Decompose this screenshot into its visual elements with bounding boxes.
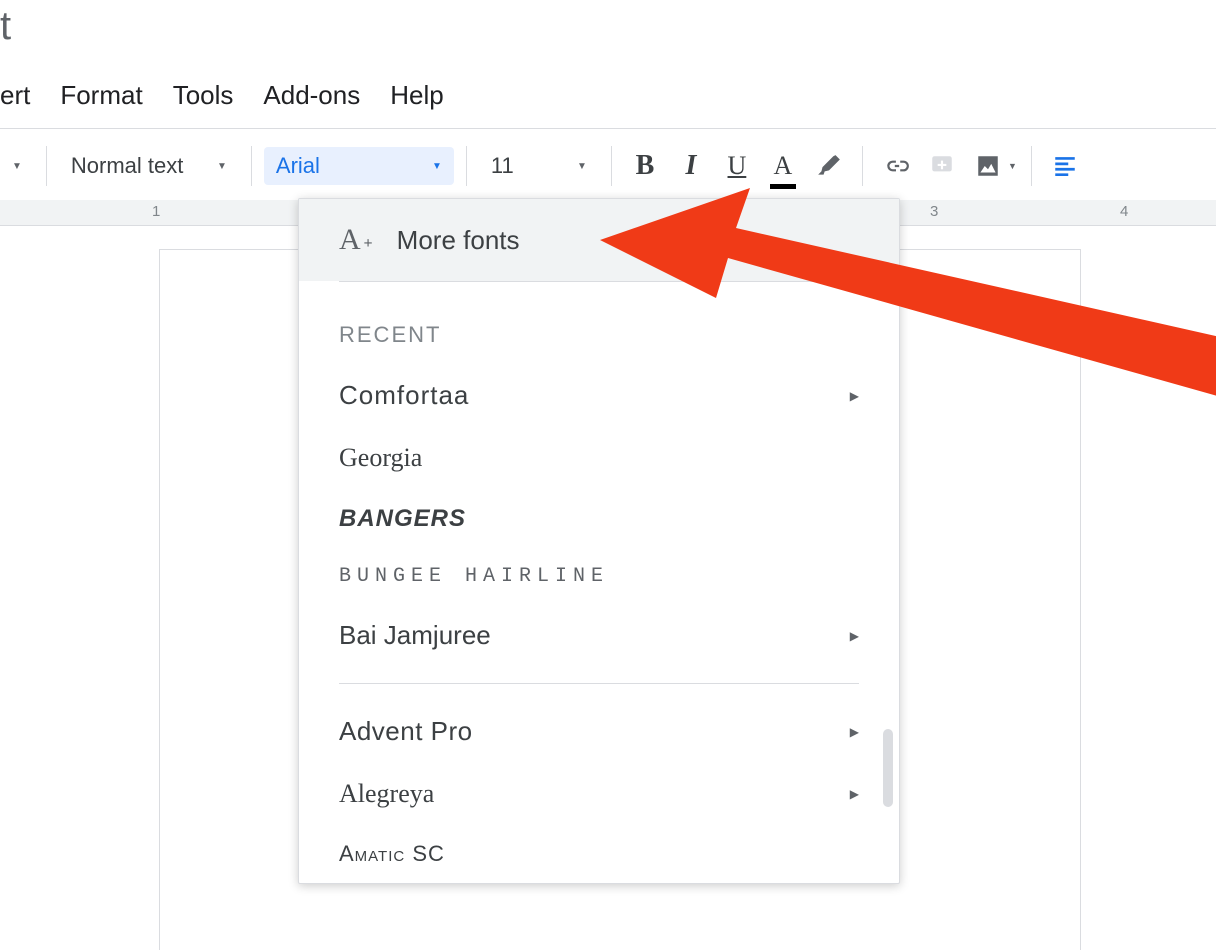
paragraph-styles-dropdown[interactable]: Normal text ▼ (59, 147, 239, 185)
more-fonts-icon: A (339, 223, 361, 257)
text-color-button[interactable]: A (762, 145, 804, 187)
submenu-arrow-icon: ▶ (850, 787, 859, 801)
font-item-label: Amatic SC (339, 841, 445, 867)
font-family-dropdown[interactable]: Arial ▼ (264, 147, 454, 185)
menu-insert-partial[interactable]: ert (0, 80, 30, 111)
link-icon (883, 153, 909, 179)
toolbar-separator (862, 146, 863, 186)
submenu-arrow-icon: ▶ (850, 725, 859, 739)
menu-format[interactable]: Format (60, 80, 142, 111)
font-item-bangers[interactable]: Bangers (339, 489, 859, 549)
align-button[interactable] (1044, 145, 1086, 187)
highlighter-icon (816, 153, 842, 179)
image-icon (975, 153, 1001, 179)
toolbar-separator (466, 146, 467, 186)
highlight-color-button[interactable] (808, 145, 850, 187)
italic-button[interactable]: I (670, 145, 712, 187)
font-item-label: Bangers (339, 505, 466, 533)
insert-image-button[interactable]: ▼ (967, 145, 1009, 187)
add-comment-button[interactable] (921, 145, 963, 187)
more-fonts-item[interactable]: A More fonts (299, 199, 899, 281)
scrollbar-thumb[interactable] (883, 729, 893, 807)
font-size-label: 11 (491, 153, 514, 179)
font-item-amatic-sc[interactable]: Amatic SC (339, 825, 859, 883)
comment-plus-icon (929, 153, 955, 179)
font-item-label: Alegreya (339, 779, 434, 809)
bold-button[interactable]: B (624, 145, 666, 187)
recent-section-label: RECENT (339, 282, 859, 364)
font-size-dropdown[interactable]: 11 ▼ (479, 147, 599, 185)
font-family-menu: A More fonts RECENT Comfortaa ▶ Georgia … (298, 198, 900, 884)
font-item-label: Georgia (339, 443, 422, 473)
ruler-mark: 4 (1120, 203, 1128, 220)
toolbar-separator (46, 146, 47, 186)
font-item-label: BUNGEE HAIRLINE (339, 565, 609, 588)
menu-help[interactable]: Help (390, 80, 443, 111)
chevron-down-icon: ▼ (577, 161, 587, 172)
toolbar-separator (251, 146, 252, 186)
font-family-label: Arial (276, 153, 320, 179)
ruler-mark: 1 (152, 203, 160, 220)
doc-title-visible-fragment: t (0, 4, 11, 49)
font-item-label: Comfortaa (339, 380, 469, 411)
toolbar: ▼ Normal text ▼ Arial ▼ 11 ▼ B I U A ▼ (0, 138, 1216, 194)
menubar: ert Format Tools Add-ons Help (0, 70, 444, 121)
underline-button[interactable]: U (716, 145, 758, 187)
submenu-arrow-icon: ▶ (850, 389, 859, 403)
font-item-alegreya[interactable]: Alegreya ▶ (339, 763, 859, 825)
menu-addons[interactable]: Add-ons (263, 80, 360, 111)
toolbar-separator (611, 146, 612, 186)
align-left-icon (1052, 153, 1078, 179)
chevron-down-icon: ▼ (1008, 161, 1017, 171)
insert-link-button[interactable] (875, 145, 917, 187)
font-item-bai-jamjuree[interactable]: Bai Jamjuree ▶ (339, 604, 859, 667)
font-item-bungee-hairline[interactable]: BUNGEE HAIRLINE (339, 549, 859, 604)
chevron-down-icon: ▼ (217, 161, 227, 172)
submenu-arrow-icon: ▶ (850, 629, 859, 643)
font-item-georgia[interactable]: Georgia (339, 427, 859, 489)
font-item-label: Advent Pro (339, 716, 473, 747)
toolbar-separator (1031, 146, 1032, 186)
font-item-label: Bai Jamjuree (339, 620, 491, 651)
menu-divider (339, 683, 859, 684)
chevron-down-icon[interactable]: ▼ (0, 161, 34, 172)
more-fonts-label: More fonts (397, 225, 520, 256)
paragraph-styles-label: Normal text (71, 153, 183, 179)
chevron-down-icon: ▼ (432, 161, 442, 172)
font-item-advent-pro[interactable]: Advent Pro ▶ (339, 700, 859, 763)
toolbar-top-divider (0, 128, 1216, 129)
font-item-comfortaa[interactable]: Comfortaa ▶ (339, 364, 859, 427)
ruler-mark: 3 (930, 203, 938, 220)
menu-tools[interactable]: Tools (173, 80, 234, 111)
